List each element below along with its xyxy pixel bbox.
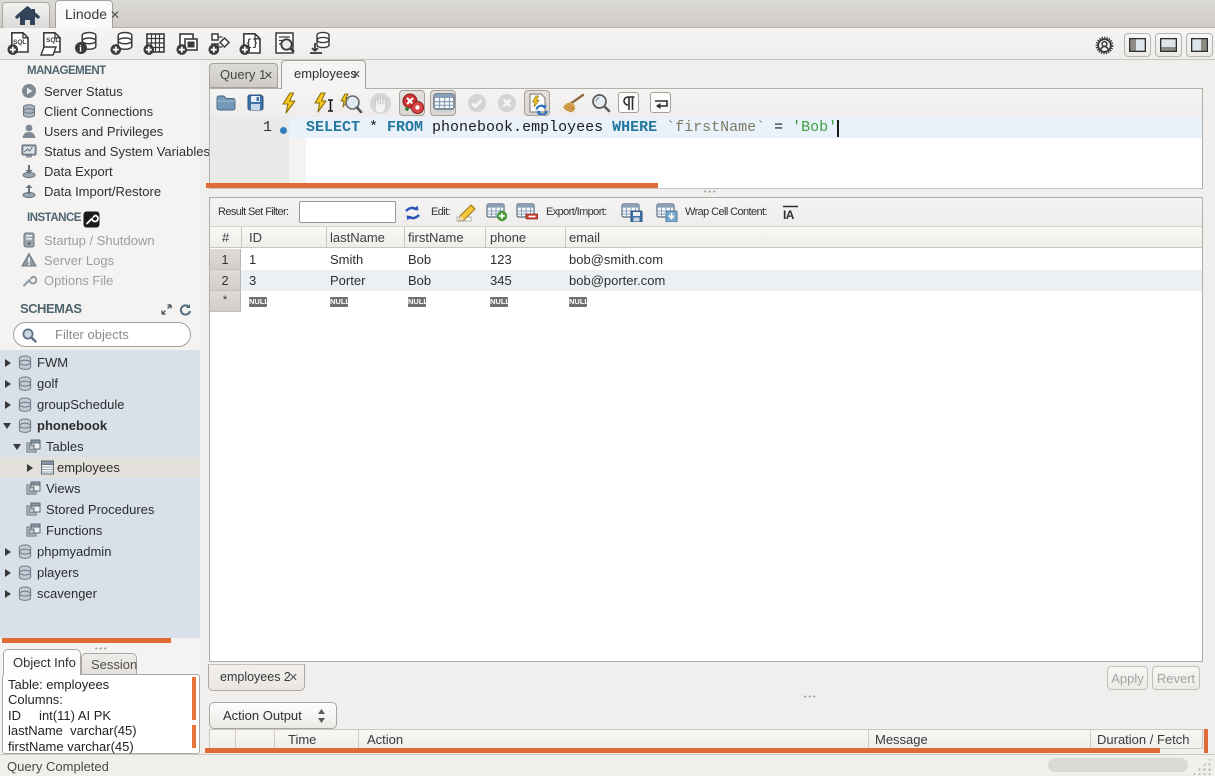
svg-text:IA: IA xyxy=(783,208,795,221)
svg-text:SQL: SQL xyxy=(46,37,59,44)
